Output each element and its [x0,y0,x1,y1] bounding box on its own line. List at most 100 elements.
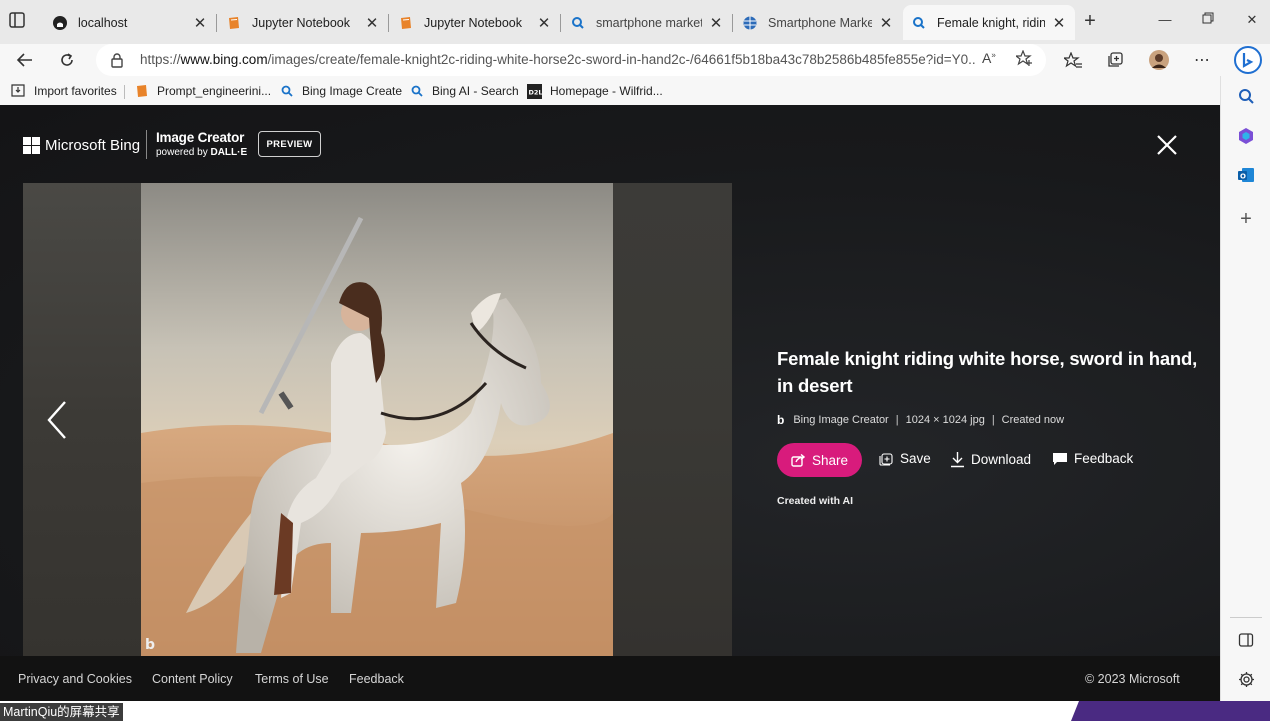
bing-watermark: b [145,637,155,653]
fav-label: Homepage - Wilfrid... [550,84,663,98]
product-title[interactable]: Image Creator [156,130,244,145]
created-with-ai-label: Created with AI [777,495,854,507]
office-hexagon-icon[interactable] [1235,125,1257,147]
bing-b-icon: b [777,413,785,427]
outlook-icon[interactable]: O [1235,164,1257,186]
collections-icon[interactable] [1104,50,1126,70]
fav-homepage-wilfrid[interactable]: D2L Homepage - Wilfrid... [527,81,663,101]
generated-image[interactable]: b [141,183,613,656]
fav-bing-image-create[interactable]: Bing Image Create [279,81,402,101]
fav-label: Import favorites [34,84,117,98]
tab-smartphone-search[interactable]: smartphone market 2 ✕ [562,5,732,40]
image-info: Female knight riding white horse, sword … [777,345,1207,507]
edge-sidebar: O + [1220,76,1270,721]
fav-import[interactable]: Import favorites [11,81,117,101]
minimize-icon[interactable]: — [1155,12,1175,32]
fav-bing-ai-search[interactable]: Bing AI - Search [409,81,519,101]
svg-text:O: O [1240,173,1246,181]
feedback-button[interactable]: Feedback [1052,451,1133,466]
meeting-overlay-corner [1071,701,1270,721]
close-icon[interactable]: ✕ [536,15,552,32]
download-button[interactable]: Download [950,451,1031,468]
powered-by-dalle: DALL·E [210,147,248,158]
jupyter-icon [398,15,414,31]
restore-icon[interactable] [1198,12,1218,32]
new-tab-button[interactable]: + [1080,11,1100,33]
footer-link-feedback[interactable]: Feedback [349,672,404,686]
sidebar-divider [1230,617,1262,618]
image-title: Female knight riding white horse, sword … [777,348,1198,396]
url-bar[interactable]: https://www.bing.com/images/create/femal… [96,44,1046,76]
taskbar-strip [0,701,1220,721]
url-text[interactable]: https://www.bing.com/images/create/femal… [140,52,975,67]
d2l-icon: D2L [527,83,543,99]
close-icon[interactable]: ✕ [708,15,724,32]
save-button[interactable]: Save [879,451,931,466]
search-icon[interactable] [1235,85,1257,107]
lock-icon[interactable] [110,52,124,68]
save-label: Save [900,451,931,466]
previous-arrow-icon[interactable] [45,400,69,440]
favorites-icon[interactable] [1062,50,1084,70]
meta-separator: | [895,414,899,426]
back-arrow-icon[interactable] [12,48,38,72]
tab-jupyter-1[interactable]: Jupyter Notebook ✕ [218,5,388,40]
tab-jupyter-2[interactable]: Jupyter Notebook ✕ [390,5,560,40]
microsoft-bing-logo[interactable]: Microsoft Bing [23,137,140,154]
github-icon [52,15,68,31]
import-icon [11,84,26,99]
jupyter-icon [134,84,149,99]
share-label: Share [811,452,849,468]
close-icon[interactable]: ✕ [364,15,380,32]
close-icon[interactable]: ✕ [878,15,894,32]
url-domain: www.bing.com [180,52,268,67]
image-size: 1024 × 1024 jpg [905,414,985,426]
fav-prompt-engineering[interactable]: Prompt_engineerini... [134,81,271,101]
powered-by: powered by DALL·E [156,147,247,158]
close-window-icon[interactable]: ✕ [1242,12,1262,32]
preview-badge: PREVIEW [258,131,321,157]
tab-female-knight[interactable]: Female knight, riding ✕ [903,5,1075,40]
fav-divider [124,85,125,99]
fav-label: Bing Image Create [302,84,403,98]
tab-divider [388,14,389,32]
share-icon [791,453,805,467]
sidebar-toggle-icon[interactable] [1235,629,1257,651]
copyright: © 2023 Microsoft [1085,672,1180,686]
tab-title: Jupyter Notebook [424,15,522,30]
share-button[interactable]: Share [777,443,862,477]
tab-strip: localhost ✕ Jupyter Notebook ✕ Jupyter N… [0,0,1270,44]
close-icon[interactable]: ✕ [192,15,208,32]
bing-search-icon [570,15,586,31]
download-label: Download [971,452,1032,467]
windows-logo-icon [23,137,40,154]
powered-prefix: powered by [156,147,208,158]
image-backdrop-left [23,183,141,656]
screen-share-label: MartinQiu的屏幕共享 [0,703,123,721]
footer-link-privacy[interactable]: Privacy and Cookies [18,672,132,686]
tab-divider [560,14,561,32]
close-icon[interactable] [1155,133,1179,157]
svg-text:D2L: D2L [529,88,543,96]
save-icon [879,453,893,466]
footer-link-terms[interactable]: Terms of Use [255,672,329,686]
tab-divider [216,14,217,32]
fav-label: Prompt_engineerini... [157,84,272,98]
bing-search-icon [409,84,424,99]
add-app-icon[interactable]: + [1235,208,1257,230]
tab-localhost[interactable]: localhost ✕ [44,5,216,40]
bing-chat-icon[interactable] [1234,44,1262,76]
refresh-icon[interactable] [54,48,80,72]
add-favorite-icon[interactable] [1014,49,1033,70]
footer-link-content-policy[interactable]: Content Policy [152,672,233,686]
tab-title: smartphone market 2 [596,15,702,30]
read-aloud-icon[interactable]: A» [982,50,996,66]
tab-divider [732,14,733,32]
image-backdrop-right [613,183,732,656]
profile-avatar[interactable] [1148,50,1170,70]
tab-smartphone-market[interactable]: Smartphone Market v ✕ [734,5,902,40]
tab-actions-icon[interactable] [8,11,34,33]
close-icon[interactable]: ✕ [1051,15,1067,32]
more-menu-icon[interactable]: ⋯ [1191,50,1213,70]
settings-gear-icon[interactable] [1235,668,1257,690]
